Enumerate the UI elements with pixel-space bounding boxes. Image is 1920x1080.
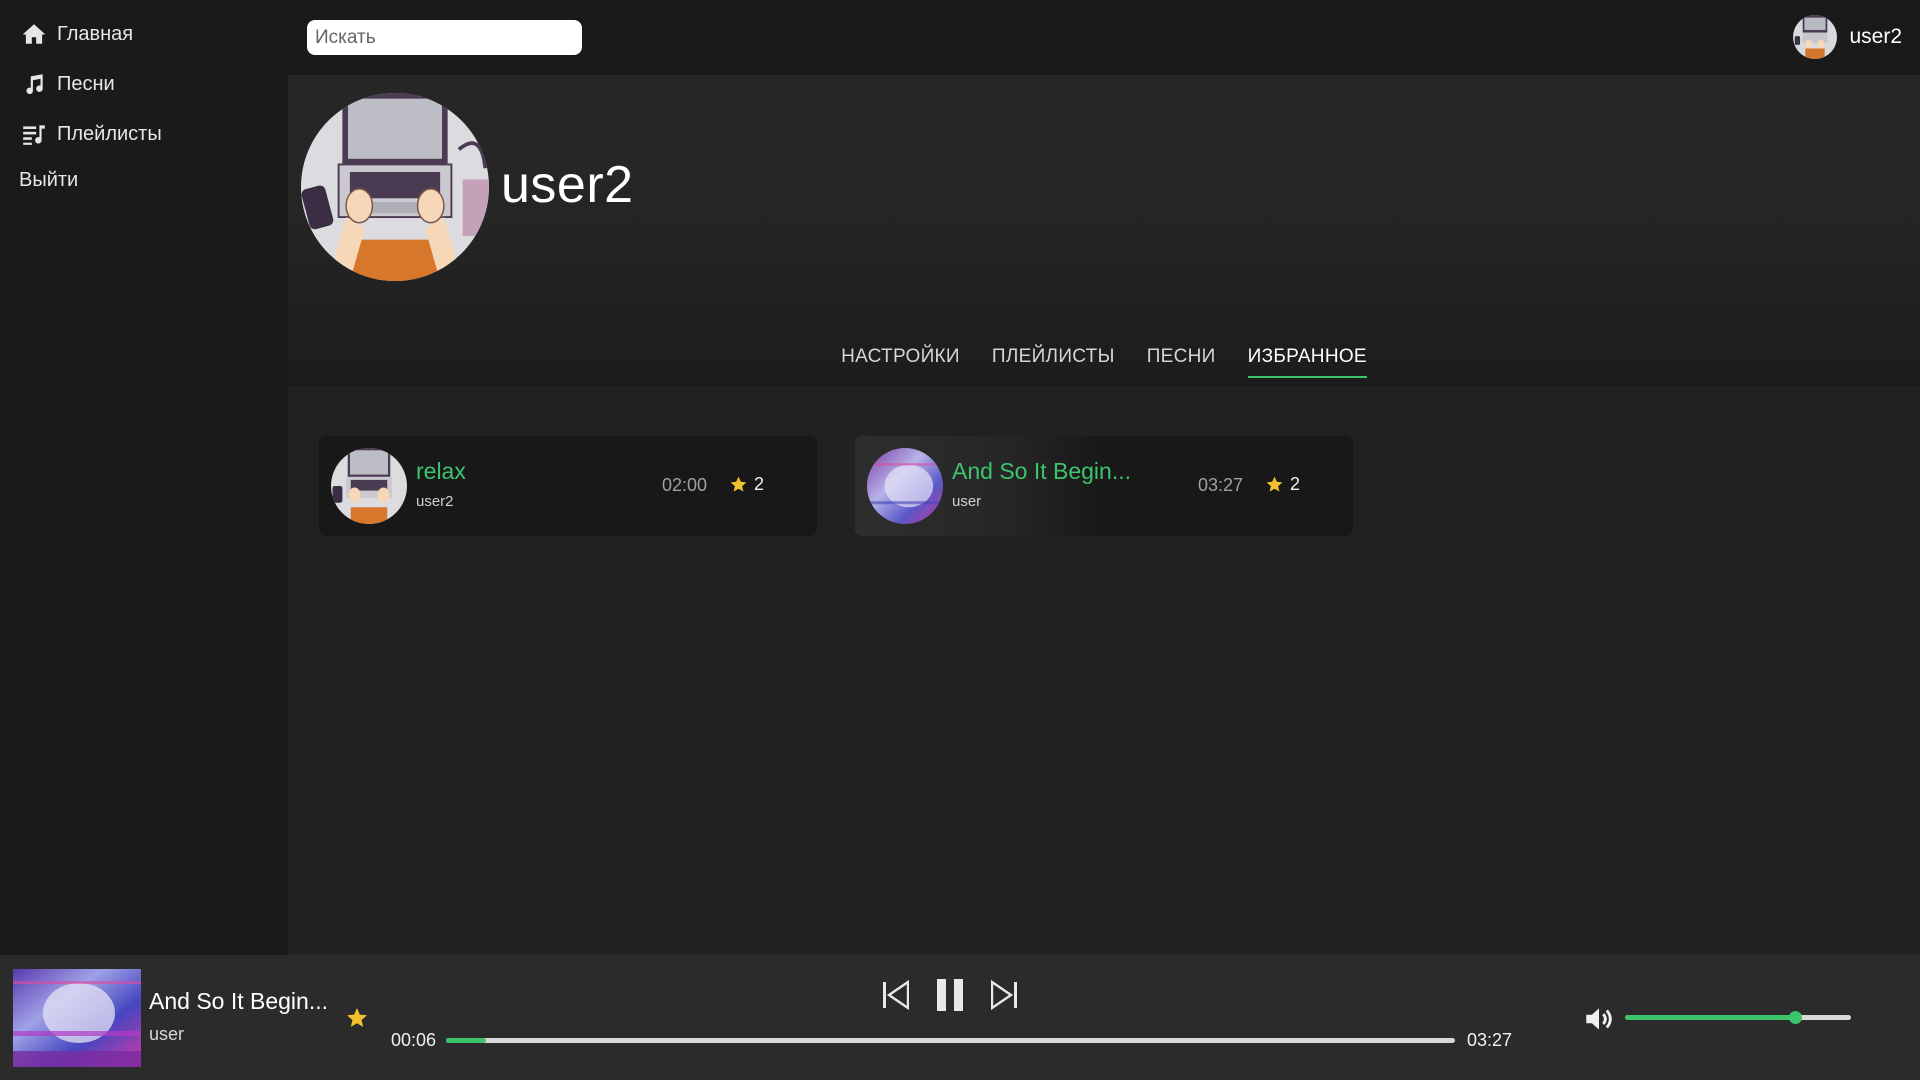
sidebar-item-playlists[interactable]: Плейлисты [20,117,162,151]
pause-icon [937,979,963,1011]
profile-header: user2 НАСТРОЙКИ ПЛЕЙЛИСТЫ ПЕСНИ ИЗБРАННО… [288,75,1920,386]
current-time: 00:06 [391,1030,437,1050]
sidebar: Главная Песни Плейлисты Выйти [0,0,288,955]
favorite-count[interactable]: 2 [1265,474,1300,495]
now-playing-artist[interactable]: user [149,1024,184,1045]
now-playing-title: And So It Begin... [149,988,329,1014]
now-playing-cover [13,969,141,1067]
avatar [1793,15,1838,59]
header-username: user2 [1849,25,1902,48]
music-note-icon [20,70,48,98]
sidebar-item-label: Плейлисты [57,122,162,145]
song-title[interactable]: And So It Begin... [952,458,1131,485]
song-title[interactable]: relax [416,458,466,485]
user-menu[interactable]: user2 [1793,14,1902,60]
progress-bar[interactable] [446,1038,1455,1043]
star-icon [730,476,747,492]
song-card[interactable]: relax user2 02:00 2 [319,436,817,536]
sidebar-item-songs[interactable]: Песни [20,67,115,101]
app-root: Главная Песни Плейлисты Выйти Искать use… [0,0,1920,1080]
tab-songs[interactable]: ПЕСНИ [1147,340,1216,378]
favorite-star-icon[interactable] [345,1006,369,1030]
song-card[interactable]: And So It Begin... user 03:27 2 [855,436,1353,536]
song-duration: 03:27 [1198,475,1244,495]
profile-name: user2 [501,156,634,214]
tab-settings[interactable]: НАСТРОЙКИ [841,340,960,378]
volume-handle[interactable] [1788,1011,1802,1024]
song-cover [867,448,943,524]
profile-tabs: НАСТРОЙКИ ПЛЕЙЛИСТЫ ПЕСНИ ИЗБРАННОЕ [288,340,1920,386]
volume-fill [1625,1015,1795,1020]
song-author[interactable]: user2 [416,493,454,510]
playlist-icon [20,120,48,148]
volume-icon [1586,1008,1612,1030]
volume-slider[interactable] [1625,1011,1851,1024]
next-button[interactable] [990,979,1017,1015]
profile-avatar [301,93,489,281]
song-author[interactable]: user [952,493,981,510]
skip-previous-icon [883,979,910,1011]
logout-link[interactable]: Выйти [19,163,78,197]
progress-fill [446,1038,487,1043]
volume-button[interactable] [1582,1002,1616,1036]
sidebar-item-label: Главная [57,22,134,45]
home-icon [20,20,48,48]
top-bar: user2 [288,0,1920,75]
song-cover [331,448,407,524]
like-count: 2 [1290,474,1301,494]
like-count: 2 [754,474,765,494]
sidebar-item-home[interactable]: Главная [20,17,133,51]
tab-favorites[interactable]: ИЗБРАННОЕ [1247,340,1367,378]
pause-button[interactable] [935,978,965,1017]
skip-next-icon [990,979,1017,1011]
song-duration: 02:00 [662,475,708,495]
sidebar-item-label: Песни [57,72,115,95]
player-bar: And So It Begin... user 00:06 03:27 [0,955,1920,1080]
total-time: 03:27 [1467,1030,1513,1050]
tab-playlists[interactable]: ПЛЕЙЛИСТЫ [992,340,1115,378]
search-input[interactable] [307,20,582,55]
favorite-count[interactable]: 2 [729,474,764,495]
star-icon [1266,476,1283,492]
previous-button[interactable] [883,979,910,1015]
